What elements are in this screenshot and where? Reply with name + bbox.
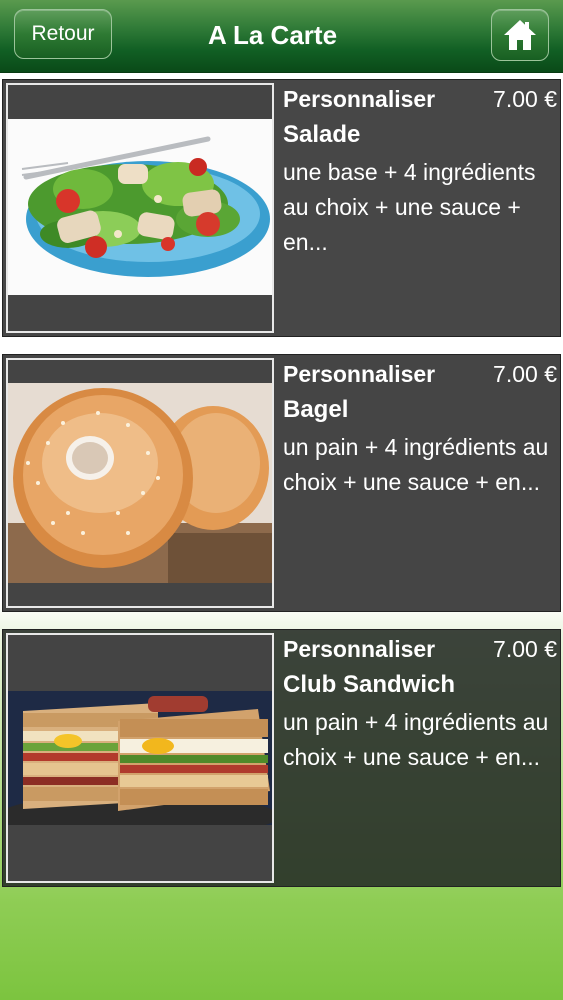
bagel-image (8, 383, 272, 583)
card-header: Personnaliser 7.00 € (283, 361, 559, 391)
product-card-salade[interactable]: Personnaliser 7.00 € Salade une base + 4… (2, 79, 561, 337)
customize-label[interactable]: Personnaliser (283, 636, 435, 663)
card-header: Personnaliser 7.00 € (283, 86, 559, 116)
page-title: A La Carte (207, 19, 338, 50)
product-description: un pain + 4 ingrédients au choix + une s… (283, 434, 549, 495)
home-icon (504, 20, 536, 50)
navigation-bar: Retour A La Carte (0, 0, 563, 73)
product-image-frame (6, 83, 274, 333)
customize-label[interactable]: Personnaliser (283, 361, 435, 388)
price-label: 7.00 € (493, 86, 557, 112)
product-name: Salade (283, 121, 361, 148)
club-sandwich-image (8, 691, 272, 825)
card-header: Personnaliser 7.00 € (283, 636, 559, 666)
product-name: Club Sandwich (283, 671, 456, 698)
product-description: un pain + 4 ingrédients au choix + une s… (283, 709, 549, 770)
product-card-club-sandwich[interactable]: Personnaliser 7.00 € Club Sandwich un pa… (2, 629, 561, 887)
price-label: 7.00 € (493, 361, 557, 387)
customize-label[interactable]: Personnaliser (283, 86, 435, 113)
salad-image (8, 119, 272, 295)
price-label: 7.00 € (493, 636, 557, 662)
product-name: Bagel (283, 396, 349, 423)
product-image-frame (6, 358, 274, 608)
product-image-frame (6, 633, 274, 883)
home-button[interactable] (491, 9, 549, 61)
product-card-bagel[interactable]: Personnaliser 7.00 € Bagel un pain + 4 i… (2, 354, 561, 612)
product-description: une base + 4 ingrédients au choix + une … (283, 159, 536, 255)
